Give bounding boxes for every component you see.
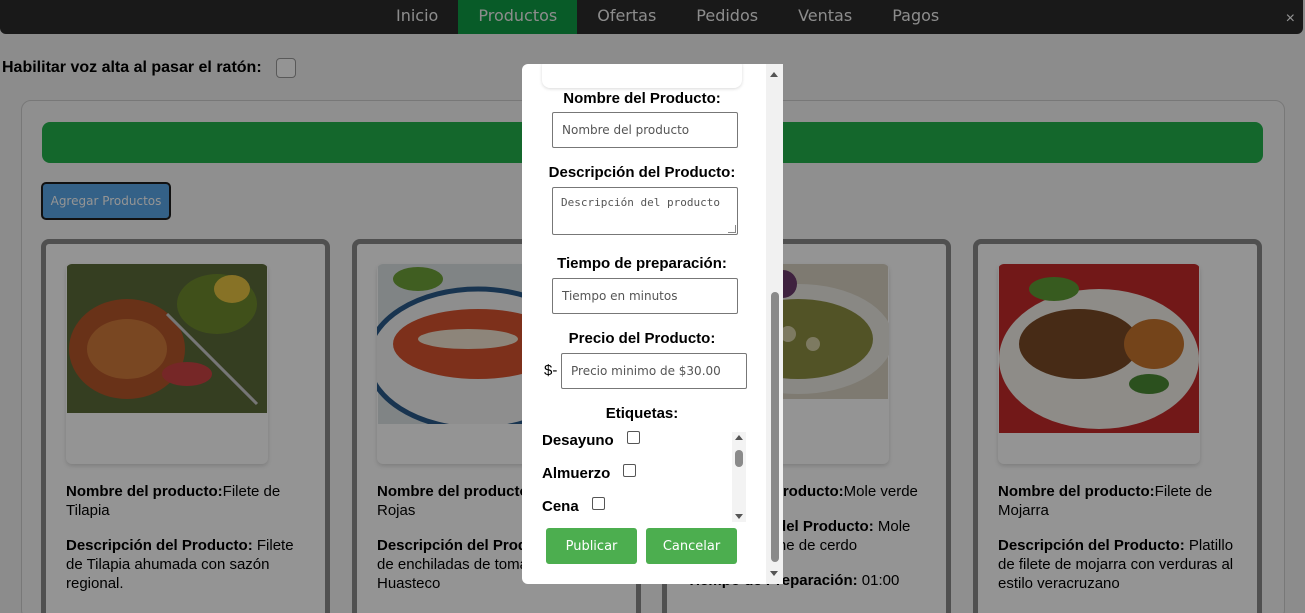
price-label: Precio del Producto: xyxy=(568,330,716,347)
tag-cena-checkbox[interactable] xyxy=(591,497,605,510)
modal-scroll-thumb[interactable] xyxy=(771,292,779,562)
description-placeholder: Descripción del producto xyxy=(561,196,720,209)
name-label: Nombre del Producto: xyxy=(563,90,721,107)
currency-prefix: $- xyxy=(544,362,558,379)
scroll-down-icon[interactable] xyxy=(770,571,778,576)
tags-scrollbar[interactable] xyxy=(732,432,746,522)
prep-time-input[interactable]: Tiempo en minutos xyxy=(552,278,738,314)
tags-label: Etiquetas: xyxy=(605,405,679,422)
tags-list: Desayuno Almuerzo Cena xyxy=(540,428,748,520)
cancel-button[interactable]: Cancelar xyxy=(646,528,737,564)
product-name-input[interactable]: Nombre del producto xyxy=(552,112,738,148)
prep-time-label: Tiempo de preparación: xyxy=(557,255,727,272)
add-product-modal: Nombre del Producto: Nombre del producto… xyxy=(522,64,783,584)
tag-cena: Cena xyxy=(542,497,605,515)
tag-label: Cena xyxy=(542,498,579,515)
modal-scrollbar[interactable] xyxy=(766,64,783,584)
description-label: Descripción del Producto: xyxy=(548,164,736,181)
scroll-up-icon[interactable] xyxy=(735,435,743,440)
tag-almuerzo: Almuerzo xyxy=(542,464,637,482)
price-input[interactable]: Precio minimo de $30.00 xyxy=(561,353,747,389)
tag-desayuno-checkbox[interactable] xyxy=(626,431,640,444)
resize-grip-icon[interactable] xyxy=(728,225,736,233)
tag-almuerzo-checkbox[interactable] xyxy=(623,464,637,477)
tag-label: Almuerzo xyxy=(542,465,611,482)
scroll-down-icon[interactable] xyxy=(735,514,743,519)
tag-desayuno: Desayuno xyxy=(542,431,640,449)
tags-scroll-thumb[interactable] xyxy=(735,450,743,467)
modal-header-card xyxy=(542,64,742,88)
product-description-textarea[interactable]: Descripción del producto xyxy=(552,187,738,235)
scroll-up-icon[interactable] xyxy=(770,72,778,77)
publish-button[interactable]: Publicar xyxy=(546,528,637,564)
tag-label: Desayuno xyxy=(542,432,614,449)
